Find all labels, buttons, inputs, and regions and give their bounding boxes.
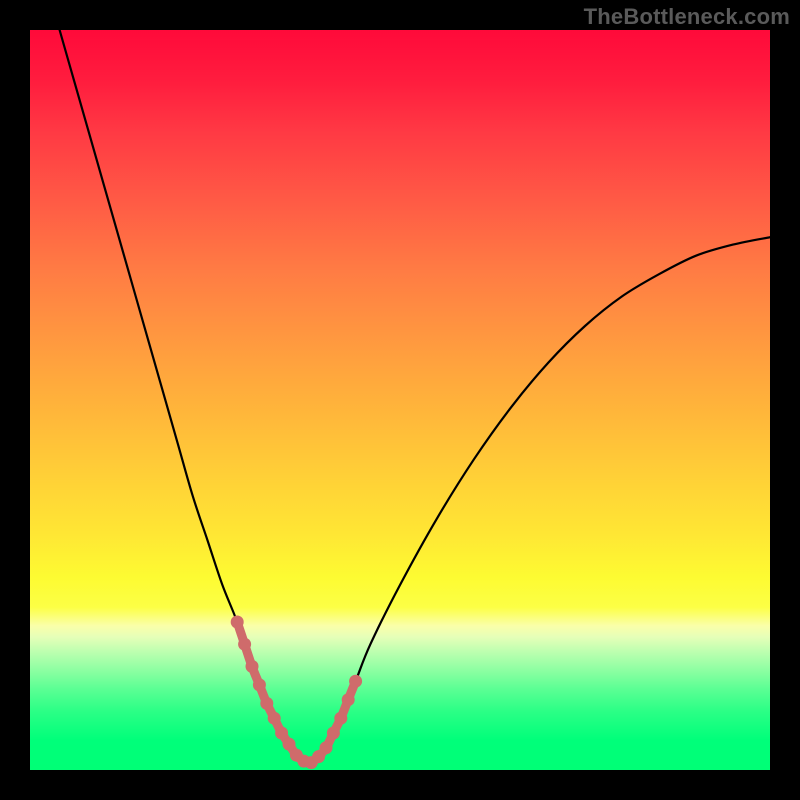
highlight-point — [231, 616, 244, 629]
highlight-point — [246, 660, 259, 673]
curve-layer — [30, 30, 770, 770]
highlight-point — [253, 678, 266, 691]
bottleneck-curve — [60, 30, 770, 763]
highlight-point — [342, 693, 355, 706]
highlight-point — [268, 712, 281, 725]
chart-frame: TheBottleneck.com — [0, 0, 800, 800]
highlight-point — [238, 638, 251, 651]
highlight-point — [260, 697, 273, 710]
highlighted-range — [231, 616, 362, 770]
highlight-point — [327, 727, 340, 740]
highlight-point — [275, 727, 288, 740]
highlight-point — [349, 675, 362, 688]
watermark-text: TheBottleneck.com — [584, 4, 790, 30]
plot-area — [30, 30, 770, 770]
highlight-point — [320, 741, 333, 754]
highlight-point — [283, 738, 296, 751]
highlight-point — [334, 712, 347, 725]
